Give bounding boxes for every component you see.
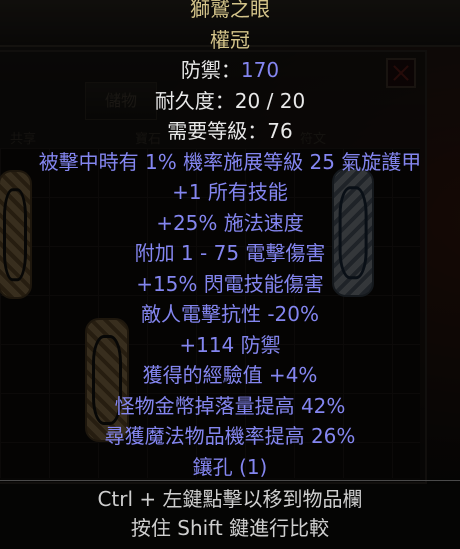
defense-label: 防禦： (180, 58, 241, 82)
item-mod: 獲得的經驗值 +4% (142, 363, 318, 387)
item-mod: 被擊中時有 1% 機率施展等級 25 氣旋護甲 (38, 149, 422, 174)
item-mod: 敵人電擊抗性 -20% (140, 302, 320, 326)
item-mod: +25% 施法速度 (156, 210, 304, 235)
item-mod: 尋獲魔法物品機率提高 26% (104, 424, 356, 448)
item-mod: +114 防禦 (179, 332, 281, 357)
item-mod: +1 所有技能 (172, 180, 288, 204)
item-tooltip: 獅鷲之眼 權冠 防禦：170 耐久度：20 / 20 需要等級：76 被擊中時有… (0, 0, 460, 549)
item-defense: 防禦：170 (0, 55, 460, 86)
hint-move-to-inventory: Ctrl + 左鍵點擊以移到物品欄 (97, 487, 363, 511)
item-base-type: 權冠 (210, 27, 250, 52)
defense-value: 170 (240, 58, 280, 82)
item-name: 獅鷲之眼 (190, 0, 270, 21)
hint-compare: 按住 Shift 鍵進行比較 (130, 516, 330, 540)
item-required-level: 需要等級：76 (167, 119, 293, 143)
tooltip-lines: 獅鷲之眼 權冠 防禦：170 耐久度：20 / 20 需要等級：76 被擊中時有… (0, 0, 460, 482)
item-durability: 耐久度：20 / 20 (154, 88, 306, 113)
item-sockets: 鑲孔 (1) (192, 454, 268, 479)
item-mod: 附加 1 - 75 電擊傷害 (134, 241, 326, 265)
tooltip-divider (0, 480, 460, 481)
item-mod: 怪物金幣掉落量提高 42% (114, 393, 346, 418)
item-mod: +15% 閃電技能傷害 (136, 271, 324, 296)
